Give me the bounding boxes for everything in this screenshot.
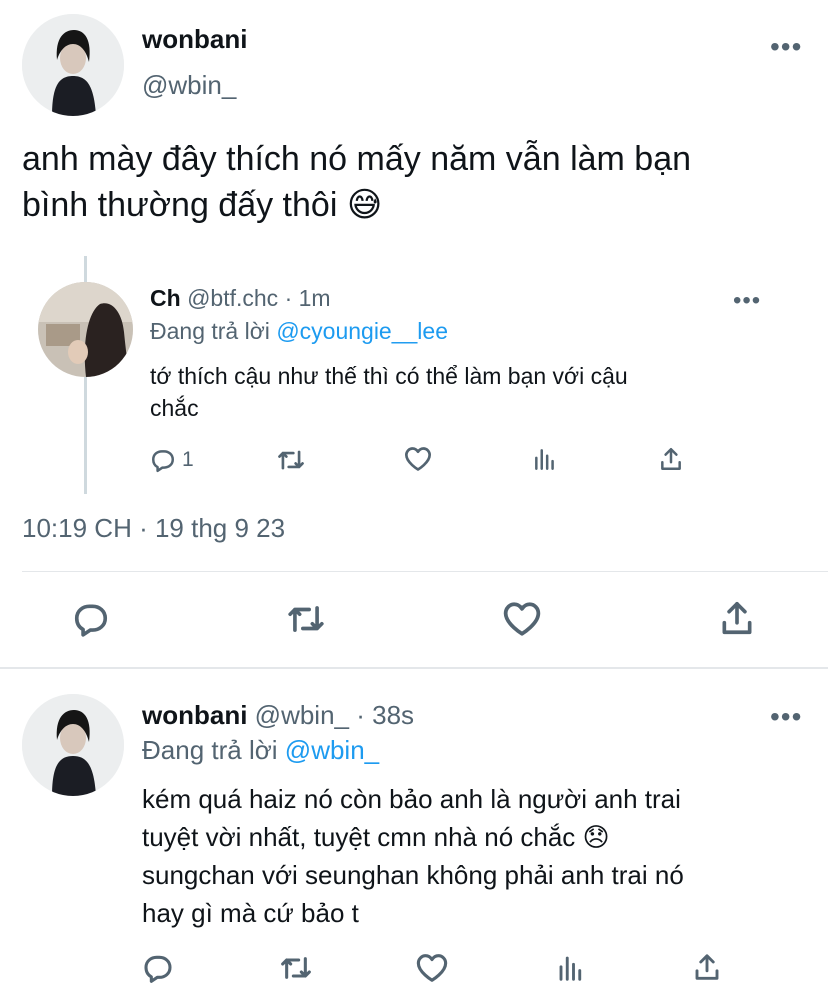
avatar-image <box>22 14 124 116</box>
quoted-header: Ch @btf.chc · 1m <box>150 285 331 312</box>
retweet-icon <box>288 606 324 632</box>
like-icon <box>503 602 541 636</box>
reply-display-name[interactable]: wonbani <box>142 700 247 730</box>
share-icon <box>661 448 681 470</box>
divider <box>22 571 828 572</box>
replying-to-link[interactable]: @wbin_ <box>285 735 379 765</box>
main-text-line-1: anh mày đây thích nó mấy năm vẫn làm bạn <box>22 140 692 178</box>
share-button[interactable] <box>718 599 756 637</box>
quoted-text-line-2: chắc <box>150 395 199 421</box>
quoted-time[interactable]: · 1m <box>285 285 331 311</box>
share-icon <box>722 601 752 635</box>
share-button[interactable] <box>692 951 722 983</box>
views-icon <box>535 449 554 470</box>
reply-button[interactable]: 1 <box>150 446 194 474</box>
reply-handle[interactable]: @wbin_ <box>255 700 349 730</box>
reply-text: kém quá haiz nó còn bảo anh là người anh… <box>142 780 684 932</box>
quoted-text-line-1: tớ thích cậu như thế thì có thể làm bạn … <box>150 363 628 389</box>
quoted-display-name[interactable]: Ch <box>150 285 181 311</box>
main-text-line-2: bình thường đấy thôi <box>22 186 338 224</box>
reply-button[interactable] <box>72 600 110 638</box>
main-avatar[interactable] <box>22 14 124 116</box>
like-icon <box>416 954 448 982</box>
reply-text-line-2: tuyệt vời nhất, tuyệt cmn nhà nó chắc <box>142 822 576 852</box>
replying-prefix: Đang trả lời <box>150 318 270 344</box>
views-button[interactable] <box>556 952 586 984</box>
like-button[interactable] <box>415 953 449 983</box>
replying-to-link[interactable]: @cyoungie__lee <box>276 318 448 344</box>
section-divider <box>0 667 828 669</box>
retweet-button[interactable] <box>278 952 314 984</box>
share-button[interactable] <box>658 446 684 472</box>
main-tweet-text: anh mày đây thích nó mấy năm vẫn làm bạn… <box>22 136 691 228</box>
reply-header: wonbani @wbin_ · 38s <box>142 700 414 731</box>
share-icon <box>695 954 719 980</box>
more-icon[interactable]: ••• <box>733 289 761 313</box>
avatar-image <box>38 282 133 377</box>
main-display-name[interactable]: wonbani <box>142 24 247 55</box>
replying-prefix: Đang trả lời <box>142 735 278 765</box>
quoted-avatar[interactable] <box>38 282 133 377</box>
reply-count: 1 <box>182 448 194 471</box>
views-button[interactable] <box>532 446 558 472</box>
retweet-button[interactable] <box>276 446 306 474</box>
like-button[interactable] <box>502 601 542 637</box>
reply-text-line-1: kém quá haiz nó còn bảo anh là người anh… <box>142 784 681 814</box>
quoted-handle[interactable]: @btf.chc <box>187 285 278 311</box>
quoted-replying: Đang trả lời @cyoungie__lee <box>150 318 448 345</box>
reply-replying: Đang trả lời @wbin_ <box>142 735 379 766</box>
reply-text-line-4: hay gì mà cứ bảo t <box>142 898 359 928</box>
quoted-text: tớ thích cậu như thế thì có thể làm bạn … <box>150 360 628 424</box>
reply-icon <box>74 604 108 637</box>
retweet-icon <box>278 450 304 470</box>
avatar-image <box>22 694 124 796</box>
main-handle[interactable]: @wbin_ <box>142 70 236 101</box>
like-button[interactable] <box>404 446 432 472</box>
views-icon <box>559 956 582 981</box>
like-icon <box>404 447 432 471</box>
retweet-icon <box>281 957 311 979</box>
main-timestamp[interactable]: 10:19 CH · 19 thg 9 23 <box>22 513 285 544</box>
reply-avatar[interactable] <box>22 694 124 796</box>
more-icon[interactable]: ••• <box>770 33 802 61</box>
reply-text-line-3: sungchan với seunghan không phải anh tra… <box>142 860 684 890</box>
reply-time[interactable]: · 38s <box>356 700 414 730</box>
emoji-disappointed: 😞 <box>582 822 610 852</box>
emoji-sweat: 😅 <box>346 186 383 224</box>
reply-button[interactable] <box>142 952 174 984</box>
reply-icon <box>152 450 174 473</box>
retweet-button[interactable] <box>284 600 328 638</box>
reply-icon <box>144 955 172 983</box>
more-icon[interactable]: ••• <box>770 703 802 731</box>
